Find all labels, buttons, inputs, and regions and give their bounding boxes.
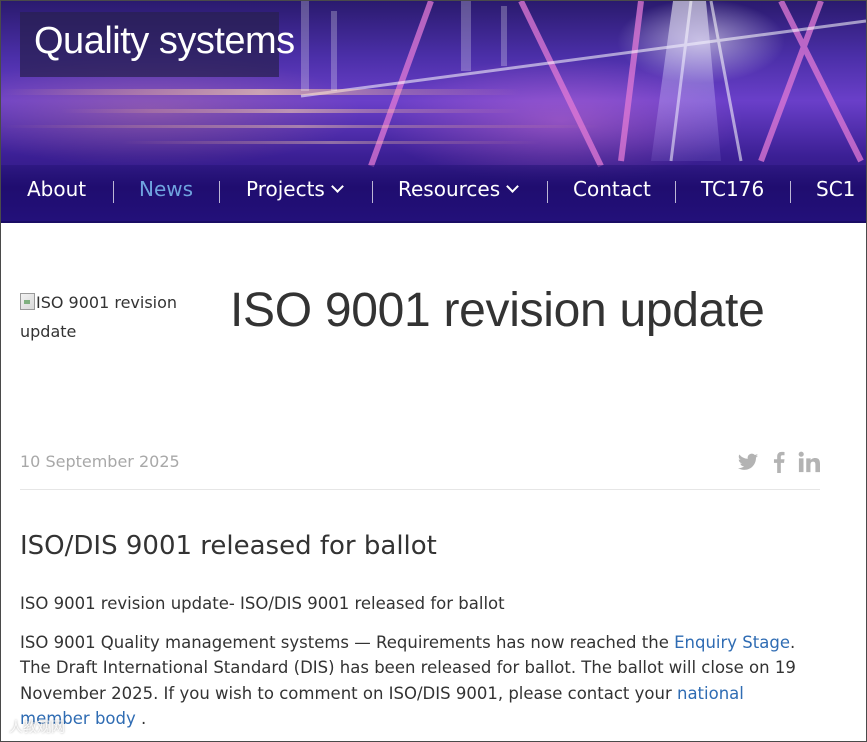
nav-separator xyxy=(547,181,548,203)
nav-item-contact[interactable]: Contact xyxy=(573,177,651,201)
nav-separator xyxy=(219,181,220,203)
nav-item-news[interactable]: News xyxy=(139,177,193,201)
nav-item-resources-label: Resources xyxy=(398,177,501,201)
nav-separator xyxy=(675,181,676,203)
divider xyxy=(20,489,820,490)
site-title[interactable]: Quality systems xyxy=(34,20,295,63)
nav-separator xyxy=(113,181,114,203)
page-title: ISO 9001 revision update xyxy=(230,284,765,337)
broken-image-icon xyxy=(20,293,35,310)
nav-item-projects[interactable]: Projects xyxy=(246,177,344,201)
article-lead: ISO 9001 revision update- ISO/DIS 9001 r… xyxy=(20,594,505,613)
header-banner: Quality systems About News Projects Reso… xyxy=(1,1,866,223)
body-text-c: . xyxy=(135,708,147,728)
article-date: 10 September 2025 xyxy=(20,452,180,471)
twitter-icon-glyph xyxy=(737,453,759,470)
watermark: 人教观网 xyxy=(9,720,65,736)
chevron-down-icon xyxy=(330,180,344,193)
nav-item-projects-label: Projects xyxy=(246,177,325,201)
facebook-icon-glyph xyxy=(773,451,785,473)
nav-item-resources[interactable]: Resources xyxy=(398,177,520,201)
facebook-icon[interactable] xyxy=(772,451,786,475)
twitter-icon[interactable] xyxy=(737,451,759,475)
body-text-a: ISO 9001 Quality management systems — Re… xyxy=(20,633,675,652)
main-nav: About News Projects Resources Contact TC… xyxy=(1,165,866,223)
nav-item-about[interactable]: About xyxy=(27,177,86,201)
article-image-broken: ISO 9001 revision update xyxy=(20,288,210,346)
article-image-alt-text: ISO 9001 revision update xyxy=(20,293,178,341)
nav-item-sc1[interactable]: SC1 xyxy=(816,177,855,201)
nav-separator xyxy=(372,181,373,203)
section-heading: ISO/DIS 9001 released for ballot xyxy=(20,531,437,561)
site-title-box: Quality systems xyxy=(20,12,295,77)
nav-item-tc176[interactable]: TC176 xyxy=(701,177,764,201)
article-body: ISO 9001 Quality management systems — Re… xyxy=(20,630,810,731)
linkedin-icon-glyph xyxy=(798,451,820,473)
linkedin-icon[interactable] xyxy=(798,451,820,475)
enquiry-stage-link[interactable]: Enquiry Stage xyxy=(674,633,790,652)
nav-separator xyxy=(790,181,791,203)
chevron-down-icon xyxy=(506,180,520,193)
page-frame: Quality systems About News Projects Reso… xyxy=(0,0,867,742)
